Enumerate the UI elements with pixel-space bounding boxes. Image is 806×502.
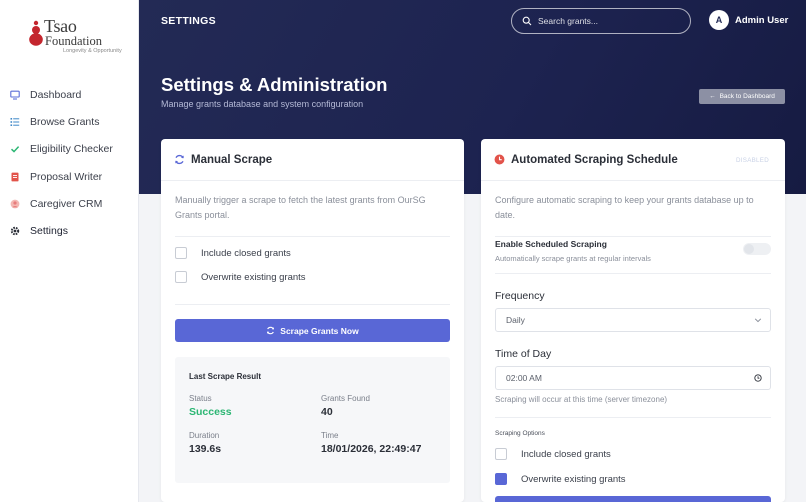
user-menu[interactable]: A Admin User	[709, 10, 788, 30]
back-to-dashboard-label: Back to Dashboard	[719, 93, 775, 100]
logo-tagline: Longevity & Opportunity	[63, 48, 122, 54]
duration-label: Duration	[189, 431, 220, 440]
sidebar-item-label: Proposal Writer	[30, 170, 103, 183]
arrow-left-icon: ←	[709, 93, 716, 100]
time-label: Time	[321, 431, 339, 440]
logo-name-line2: Foundation	[45, 34, 102, 48]
enable-scheduled-label: Enable Scheduled Scraping	[495, 239, 607, 249]
divider	[175, 304, 450, 305]
auto-include-closed-checkbox[interactable]	[495, 448, 507, 460]
person-icon	[10, 199, 20, 209]
scraping-options-label: Scraping Options	[495, 430, 545, 437]
manual-scrape-description: Manually trigger a scrape to fetch the l…	[175, 195, 426, 220]
include-closed-option[interactable]: Include closed grants	[175, 247, 291, 259]
manual-scrape-header: Manual Scrape	[161, 139, 464, 181]
manual-scrape-title: Manual Scrape	[191, 153, 273, 166]
search-icon	[522, 16, 532, 26]
monitor-icon	[10, 90, 20, 100]
sidebar-item-label: Dashboard	[30, 88, 82, 101]
sidebar-nav: Dashboard Browse Grants Eligibility Chec…	[0, 81, 139, 245]
search-box[interactable]	[511, 8, 691, 34]
avatar[interactable]: A	[709, 10, 729, 30]
sidebar-item-label: Browse Grants	[30, 115, 100, 128]
enable-scheduled-hint: Automatically scrape grants at regular i…	[495, 254, 651, 263]
overwrite-existing-option[interactable]: Overwrite existing grants	[175, 271, 306, 283]
automated-schedule-title: Automated Scraping Schedule	[511, 153, 678, 166]
divider	[495, 273, 771, 274]
time-of-day-value: 02:00 AM	[506, 373, 542, 383]
frequency-value: Daily	[506, 315, 525, 325]
divider	[495, 417, 771, 418]
automated-schedule-description: Configure automatic scraping to keep you…	[495, 195, 754, 220]
user-name: Admin User	[735, 14, 789, 26]
enable-scheduled-toggle[interactable]	[743, 243, 771, 255]
save-schedule-button[interactable]	[495, 496, 771, 502]
sidebar-item-browse-grants[interactable]: Browse Grants	[0, 108, 139, 135]
result-title: Last Scrape Result	[189, 372, 262, 381]
scrape-grants-now-button[interactable]: Scrape Grants Now	[175, 319, 450, 342]
auto-overwrite-existing-checkbox[interactable]	[495, 473, 507, 485]
status-badge: DISABLED	[735, 157, 769, 164]
section-title: SETTINGS	[161, 15, 216, 27]
list-icon	[10, 117, 20, 127]
overwrite-existing-checkbox[interactable]	[175, 271, 187, 283]
sidebar-item-label: Caregiver CRM	[30, 197, 103, 210]
toggle-knob	[744, 244, 754, 254]
automated-schedule-card: Automated Scraping Schedule DISABLED Con…	[481, 139, 785, 502]
status-label: Status	[189, 394, 212, 403]
last-scrape-result: Last Scrape Result Status Success Grants…	[175, 357, 450, 483]
include-closed-label: Include closed grants	[201, 247, 291, 259]
refresh-icon	[267, 326, 275, 335]
auto-overwrite-existing-label: Overwrite existing grants	[521, 473, 626, 485]
sidebar-item-caregiver-crm[interactable]: Caregiver CRM	[0, 190, 139, 217]
tsao-foundation-logo[interactable]: Tsao Foundation Longevity & Opportunity	[26, 14, 126, 58]
auto-overwrite-existing-option[interactable]: Overwrite existing grants	[495, 473, 626, 485]
check-icon	[10, 144, 20, 154]
sidebar-item-dashboard[interactable]: Dashboard	[0, 81, 139, 108]
include-closed-checkbox[interactable]	[175, 247, 187, 259]
sidebar-item-label: Eligibility Checker	[30, 143, 113, 156]
auto-include-closed-label: Include closed grants	[521, 448, 611, 460]
divider	[495, 236, 771, 237]
page-subtitle: Manage grants database and system config…	[161, 99, 364, 109]
frequency-label: Frequency	[495, 290, 545, 302]
clock-icon	[494, 154, 505, 165]
manual-scrape-card: Manual Scrape Manually trigger a scrape …	[161, 139, 464, 502]
time-of-day-label: Time of Day	[495, 348, 552, 360]
time-of-day-hint: Scraping will occur at this time (server…	[495, 395, 668, 404]
grants-found-value: 40	[321, 406, 333, 418]
clock-icon[interactable]	[754, 374, 762, 382]
sidebar-item-proposal-writer[interactable]: Proposal Writer	[0, 163, 139, 190]
gear-icon	[10, 226, 20, 236]
refresh-icon	[175, 154, 184, 165]
sidebar-item-settings[interactable]: Settings	[0, 217, 139, 244]
chevron-down-icon	[754, 318, 762, 323]
duration-value: 139.6s	[189, 443, 222, 455]
sidebar-item-label: Settings	[30, 225, 68, 238]
auto-include-closed-option[interactable]: Include closed grants	[495, 448, 611, 460]
grants-found-label: Grants Found	[321, 394, 370, 403]
sidebar-item-eligibility-checker[interactable]: Eligibility Checker	[0, 136, 139, 163]
sidebar: Tsao Foundation Longevity & Opportunity …	[0, 0, 139, 502]
search-input[interactable]	[538, 16, 678, 26]
document-icon	[10, 172, 20, 182]
time-value: 18/01/2026, 22:49:47	[321, 443, 422, 455]
logo-name: Tsao	[44, 16, 77, 36]
back-to-dashboard-button[interactable]: ← Back to Dashboard	[699, 89, 785, 104]
scrape-button-label: Scrape Grants Now	[280, 325, 359, 336]
automated-schedule-header: Automated Scraping Schedule DISABLED	[481, 139, 785, 181]
time-of-day-input[interactable]: 02:00 AM	[495, 366, 771, 390]
frequency-select[interactable]: Daily	[495, 308, 771, 332]
overwrite-existing-label: Overwrite existing grants	[201, 271, 306, 283]
divider	[175, 236, 450, 237]
status-value: Success	[189, 406, 232, 418]
page-title: Settings & Administration	[161, 74, 388, 95]
